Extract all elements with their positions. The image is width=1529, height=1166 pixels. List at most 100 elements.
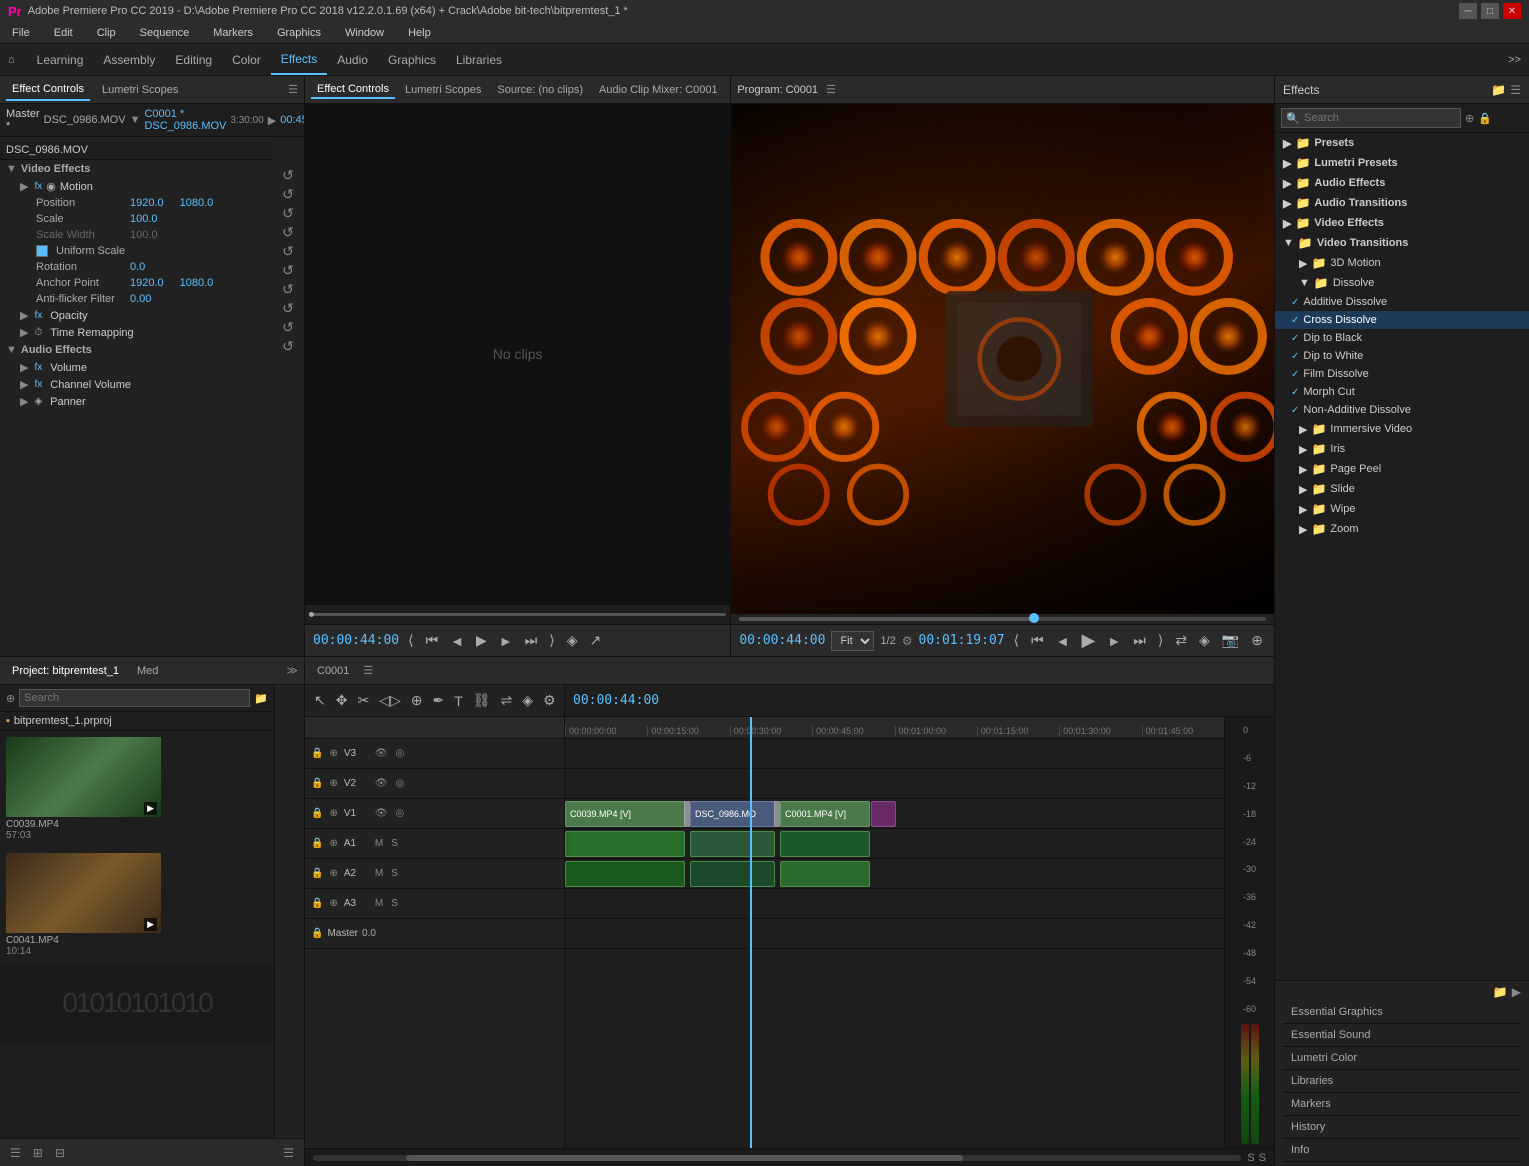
media-item-c0039[interactable]: ▶ C0039.MP4 57:03 (0, 731, 274, 847)
effects-icon-btn2[interactable]: 🔒 (1478, 112, 1492, 125)
home-icon[interactable]: ⌂ (8, 54, 15, 66)
eff-dip-white[interactable]: ✓ Dip to White (1275, 347, 1529, 365)
tab-graphics[interactable]: Graphics (378, 44, 446, 75)
a3-m-btn[interactable]: M (373, 897, 385, 910)
menu-window[interactable]: Window (341, 25, 388, 41)
project-file-name[interactable]: bitpremtest_1.prproj (14, 715, 112, 727)
v3-eye-btn[interactable]: 👁 (373, 747, 390, 760)
clip-a1-2[interactable] (690, 831, 775, 857)
a2-sync-icon[interactable]: ⊕ (327, 867, 339, 880)
reset-btn-7[interactable]: ↺ (282, 281, 294, 298)
tab-source-lumetri[interactable]: Lumetri Scopes (399, 82, 487, 98)
panel-history[interactable]: History (1283, 1116, 1521, 1139)
tab-source-clips[interactable]: Source: (no clips) (491, 82, 589, 98)
timeline-type-tool[interactable]: T (451, 691, 466, 711)
eff-cat-video-transitions[interactable]: ▼ 📁 Video Transitions (1275, 233, 1529, 253)
program-playhead-indicator[interactable] (1029, 613, 1039, 623)
eff-sub-dissolve[interactable]: ▼ 📁 Dissolve (1275, 273, 1529, 293)
a1-sync-icon[interactable]: ⊕ (327, 837, 339, 850)
workspace-more-button[interactable]: >> (1508, 54, 1521, 66)
eff-additive-dissolve[interactable]: ✓ Additive Dissolve (1275, 293, 1529, 311)
prog-in-btn[interactable]: ⟨ (1011, 630, 1022, 651)
a2-s-btn[interactable]: S (389, 867, 400, 880)
tab-color[interactable]: Color (222, 44, 271, 75)
prog-marker-btn[interactable]: ◈ (1196, 630, 1213, 651)
a3-lock-icon[interactable]: 🔒 (311, 898, 323, 909)
v1-target-btn[interactable]: ◎ (394, 807, 407, 820)
clip-a2-3[interactable] (780, 861, 870, 887)
timeline-select-tool[interactable]: ↖ (311, 690, 329, 711)
clip-purple[interactable] (871, 801, 896, 827)
timeline-pen-tool[interactable]: ✒ (429, 690, 447, 711)
timeline-menu-icon[interactable]: ☰ (363, 664, 373, 677)
tab-libraries[interactable]: Libraries (446, 44, 512, 75)
eff-cat-lumetri-presets[interactable]: ▶ 📁 Lumetri Presets (1275, 153, 1529, 173)
eff-sub-zoom[interactable]: ▶ 📁 Zoom (1275, 519, 1529, 539)
timeline-link-tool[interactable]: ⛓ (470, 690, 494, 711)
program-zoom-select[interactable]: Fit (831, 631, 874, 651)
reset-btn-6[interactable]: ↺ (282, 262, 294, 279)
eff-cat-presets[interactable]: ▶ 📁 Presets (1275, 133, 1529, 153)
tab-audio[interactable]: Audio (327, 44, 378, 75)
menu-clip[interactable]: Clip (93, 25, 120, 41)
timeline-zoom-tool[interactable]: ⊕ (408, 690, 426, 711)
source-in-point-btn[interactable]: ⟨ (405, 630, 416, 651)
timeline-scrollbar-thumb[interactable] (406, 1155, 963, 1161)
a1-lock-icon[interactable]: 🔒 (311, 838, 323, 849)
reset-btn-1[interactable]: ↺ (282, 167, 294, 184)
a1-s-btn[interactable]: S (389, 837, 400, 850)
program-progress-bar[interactable] (739, 617, 1266, 621)
source-export-btn[interactable]: ↗ (587, 630, 605, 651)
eff-non-additive-dissolve[interactable]: ✓ Non-Additive Dissolve (1275, 401, 1529, 419)
v3-sync-icon[interactable]: ⊕ (327, 747, 339, 760)
menu-help[interactable]: Help (404, 25, 435, 41)
source-add-marker-btn[interactable]: ◈ (564, 630, 581, 651)
prog-loop-btn[interactable]: ⇄ (1172, 630, 1190, 651)
reset-btn-10[interactable]: ↺ (282, 338, 294, 355)
eff-sub-page-peel[interactable]: ▶ 📁 Page Peel (1275, 459, 1529, 479)
effects-panel-btn1[interactable]: 📁 (1491, 83, 1506, 97)
menu-graphics[interactable]: Graphics (273, 25, 325, 41)
play-icon[interactable]: ▶ (268, 114, 276, 127)
prog-fwd-btn[interactable]: ► (1104, 631, 1124, 651)
media-item-c0041[interactable]: ▶ C0041.MP4 10:14 (0, 847, 274, 963)
tab-source-effect-controls[interactable]: Effect Controls (311, 81, 395, 99)
timeline-current-time[interactable]: 00:00:44:00 (573, 693, 659, 708)
timeline-razor-tool[interactable]: ✂ (354, 690, 372, 711)
source-play-back-btn[interactable]: ◄ (447, 631, 467, 651)
clip-c0039-v[interactable]: C0039.MP4 [V] (565, 801, 685, 827)
tab-project[interactable]: Project: bitpremtest_1 (6, 661, 125, 681)
panel-libraries[interactable]: Libraries (1283, 1070, 1521, 1093)
clip-a1-1[interactable] (565, 831, 685, 857)
clip-a2-2[interactable] (690, 861, 775, 887)
clip2-selector[interactable]: C0001 * DSC_0986.MOV (144, 108, 226, 132)
prog-out-btn[interactable]: ⟩ (1155, 630, 1166, 651)
effects-icon-btn1[interactable]: ⊕ (1465, 112, 1474, 125)
reset-btn-3[interactable]: ↺ (282, 205, 294, 222)
project-settings-icon[interactable]: ☰ (279, 1144, 298, 1162)
time-remap-expand-icon[interactable]: ▶ (20, 326, 28, 339)
project-freeform-view-btn[interactable]: ⊟ (51, 1144, 69, 1162)
eff-cat-audio-transitions[interactable]: ▶ 📁 Audio Transitions (1275, 193, 1529, 213)
source-out-point-btn[interactable]: ⟩ (546, 630, 557, 651)
reset-btn-2[interactable]: ↺ (282, 186, 294, 203)
source-play-fwd-btn[interactable]: ► (496, 631, 516, 651)
eff-sub-3d-motion[interactable]: ▶ 📁 3D Motion (1275, 253, 1529, 273)
program-timecode[interactable]: 00:00:44:00 (739, 633, 825, 648)
eff-morph-cut[interactable]: ✓ Morph Cut (1275, 383, 1529, 401)
v1-sync-icon[interactable]: ⊕ (327, 807, 339, 820)
reset-btn-8[interactable]: ↺ (282, 300, 294, 317)
v2-eye-btn[interactable]: 👁 (373, 777, 390, 790)
reset-btn-9[interactable]: ↺ (282, 319, 294, 336)
motion-toggle[interactable]: ◉ (46, 180, 56, 193)
eff-sub-wipe[interactable]: ▶ 📁 Wipe (1275, 499, 1529, 519)
reset-btn-5[interactable]: ↺ (282, 243, 294, 260)
position-x-value[interactable]: 1920.0 (130, 197, 164, 209)
tab-effects[interactable]: Effects (271, 44, 327, 75)
timeline-arrow2-tool[interactable]: ⇌ (498, 690, 516, 711)
prog-camera-btn[interactable]: 📷 (1219, 630, 1242, 651)
anti-flicker-value[interactable]: 0.00 (130, 293, 151, 305)
tab-editing[interactable]: Editing (165, 44, 222, 75)
timeline-scrollbar-area[interactable]: S S (305, 1148, 1274, 1166)
timeline-ripple-tool[interactable]: ◁▷ (376, 690, 404, 711)
